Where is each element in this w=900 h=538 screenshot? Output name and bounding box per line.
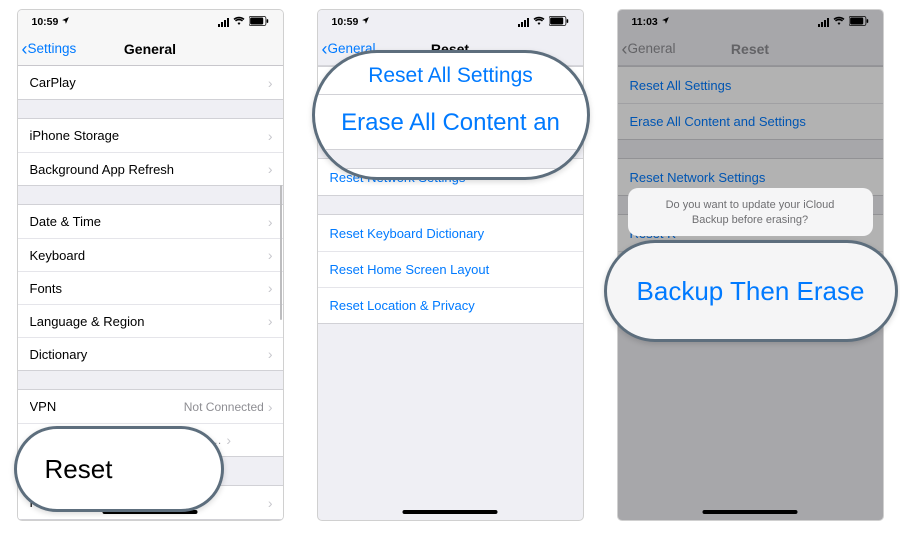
battery-icon (249, 16, 269, 29)
callout-erase: Reset All Settings Erase All Content an (312, 50, 590, 180)
cell-signal-icon (518, 18, 529, 27)
chevron-right-icon: › (268, 161, 273, 177)
back-label: Settings (28, 41, 77, 56)
row-dictionary[interactable]: Dictionary› (18, 337, 283, 370)
status-bar: 10:59 (318, 10, 583, 32)
chevron-right-icon: › (226, 432, 231, 448)
row-reset-keyboard[interactable]: Reset Keyboard Dictionary (318, 215, 583, 251)
cell-signal-icon (218, 18, 229, 27)
battery-icon (549, 16, 569, 29)
chevron-right-icon: › (268, 247, 273, 263)
wifi-icon (233, 16, 245, 28)
callout-backup: Backup Then Erase (604, 240, 898, 342)
row-language[interactable]: Language & Region› (18, 304, 283, 337)
chevron-right-icon: › (268, 313, 273, 329)
nav-title: General (124, 41, 176, 57)
row-datetime[interactable]: Date & Time› (18, 205, 283, 238)
chevron-right-icon: › (268, 75, 273, 91)
row-vpn[interactable]: VPNNot Connected› (18, 390, 283, 423)
wifi-icon (533, 16, 545, 28)
callout-line1: Reset All Settings (315, 61, 587, 94)
location-icon (61, 16, 70, 28)
callout-text: Reset (45, 454, 113, 485)
callout-reset: Reset (14, 426, 224, 512)
chevron-right-icon: › (268, 128, 273, 144)
chevron-right-icon: › (268, 346, 273, 362)
location-icon (361, 16, 370, 28)
sheet-message: Do you want to update your iCloud Backup… (628, 188, 873, 236)
row-reset-location[interactable]: Reset Location & Privacy (318, 287, 583, 323)
row-keyboard[interactable]: Keyboard› (18, 238, 283, 271)
row-bgrefresh[interactable]: Background App Refresh› (18, 152, 283, 185)
row-carplay[interactable]: CarPlay› (18, 66, 283, 99)
callout-line2: Erase All Content an (341, 109, 560, 136)
back-button[interactable]: ‹ Settings (22, 40, 77, 58)
row-reset-home[interactable]: Reset Home Screen Layout (318, 251, 583, 287)
chevron-right-icon: › (268, 495, 273, 511)
home-indicator[interactable] (403, 510, 498, 514)
chevron-right-icon: › (268, 399, 273, 415)
status-bar: 10:59 (18, 10, 283, 32)
chevron-right-icon: › (268, 214, 273, 230)
action-sheet: Do you want to update your iCloud Backup… (628, 188, 873, 236)
scrollbar[interactable] (279, 65, 282, 335)
status-time: 10:59 (32, 16, 59, 28)
callout-text: Backup Then Erase (637, 276, 865, 307)
nav-bar: ‹ Settings General (18, 32, 283, 66)
row-fonts[interactable]: Fonts› (18, 271, 283, 304)
status-time: 10:59 (332, 16, 359, 28)
chevron-right-icon: › (268, 280, 273, 296)
row-storage[interactable]: iPhone Storage› (18, 119, 283, 152)
